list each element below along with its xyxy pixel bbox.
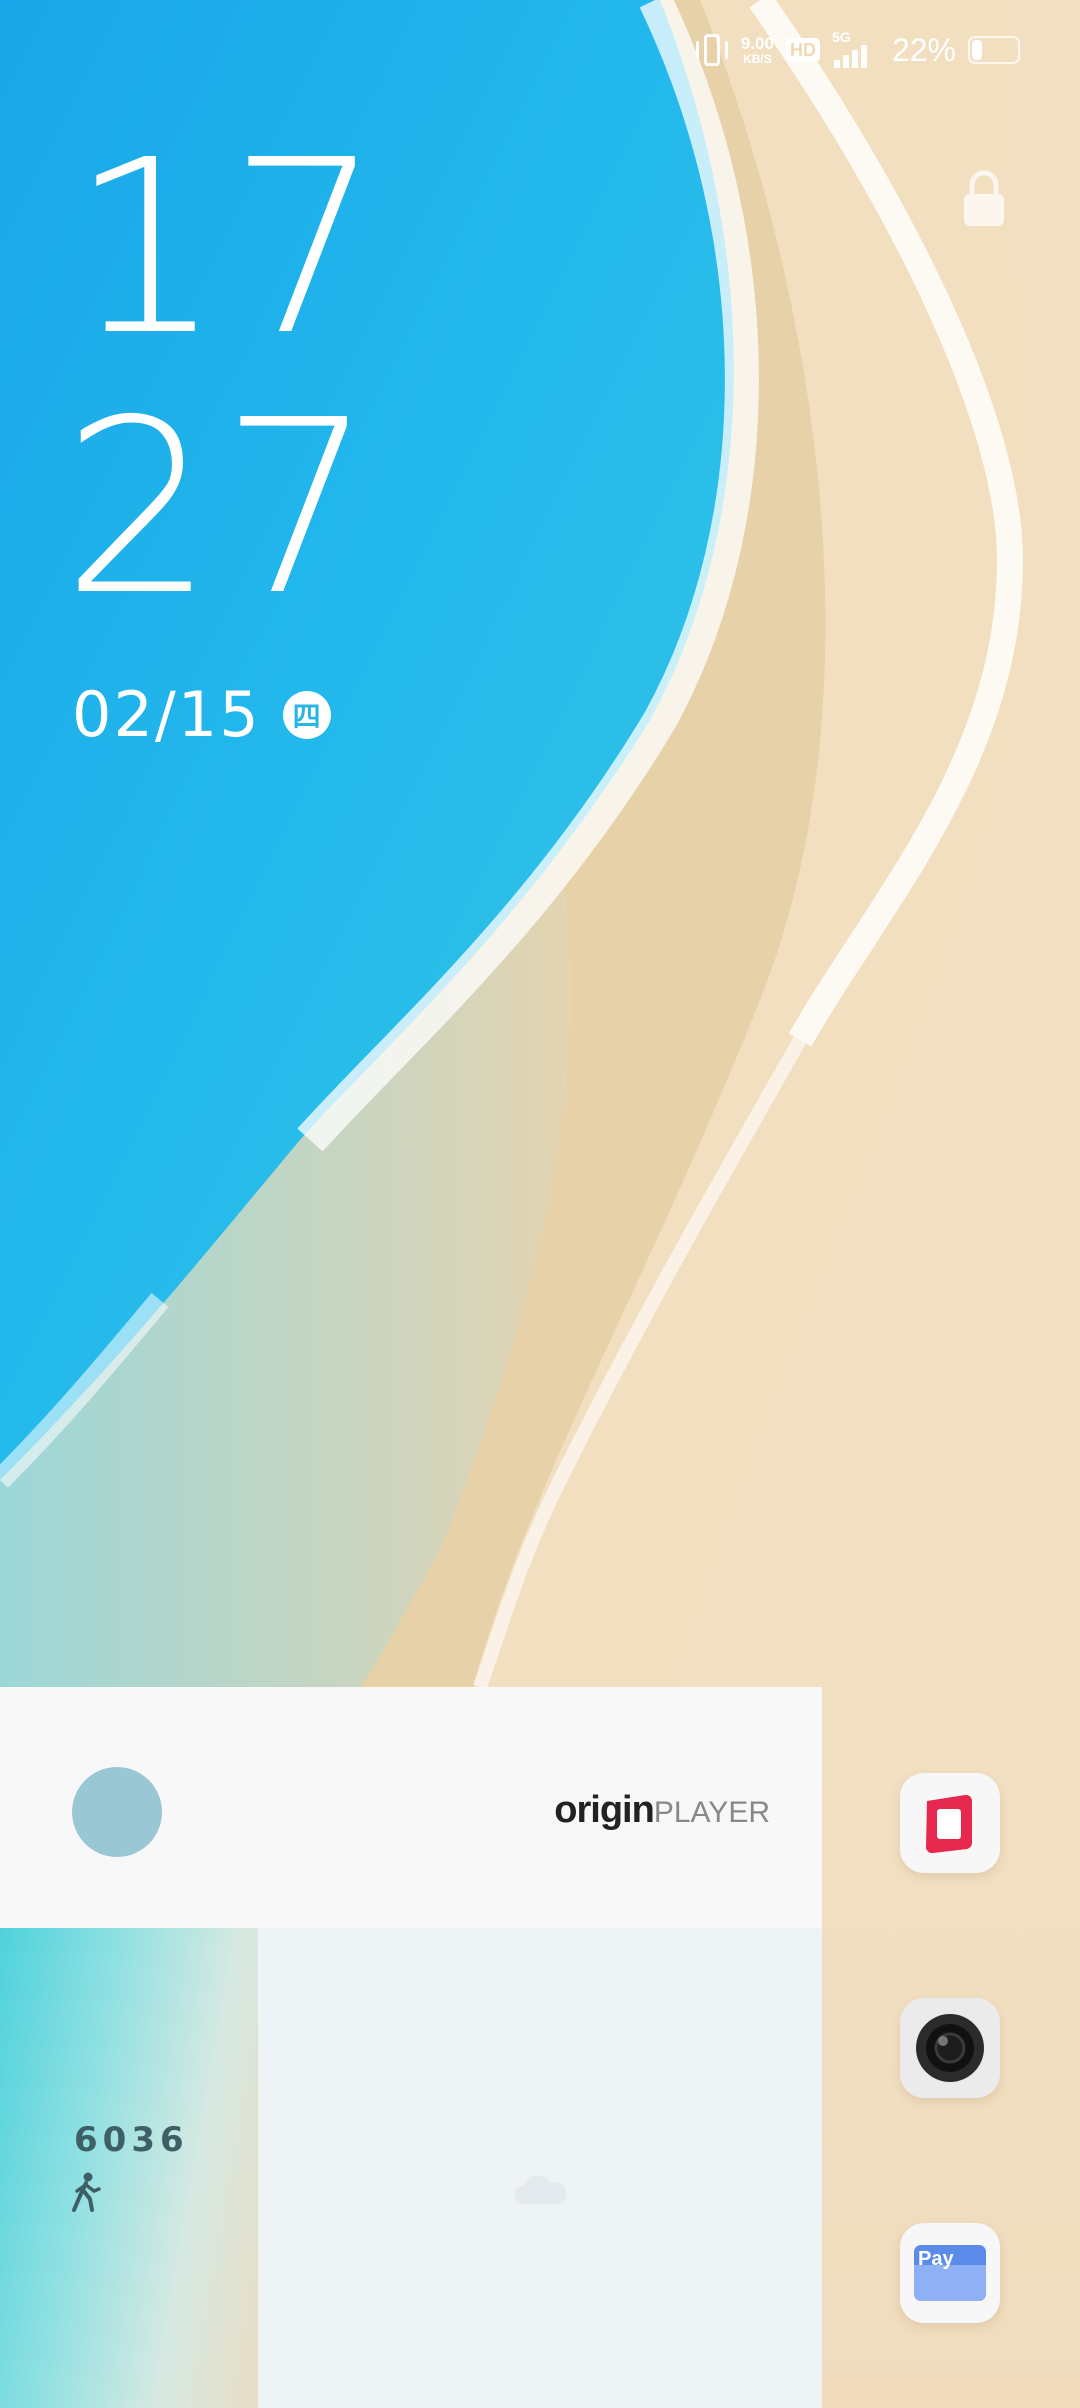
brand-player-text: PLAYER: [653, 1796, 770, 1829]
wallet-label: Pay: [918, 2248, 954, 2270]
dock-app-wallet[interactable]: Pay: [900, 2223, 1000, 2323]
battery-fill: [972, 40, 982, 60]
signal-icon: 5G: [832, 30, 880, 70]
weekday-badge: 四: [282, 690, 331, 739]
step-counter-widget[interactable]: 6036: [0, 1928, 258, 2408]
vibrate-icon: [695, 32, 729, 68]
battery-percentage: 22%: [891, 31, 956, 68]
date-label: 02/15: [72, 678, 261, 751]
hd-voice-badge: HD: [785, 38, 820, 62]
network-speed-value: 9.00: [740, 34, 774, 53]
network-speed: 9.00 KB/S: [741, 35, 774, 65]
status-bar: 9.00 KB/S HD 5G 22%: [695, 22, 1020, 78]
clock-hours: 17: [70, 108, 388, 388]
dock-app-red-square[interactable]: [900, 1773, 1000, 1873]
red-square-app-icon: [925, 1794, 973, 1854]
lock-icon[interactable]: [960, 168, 1008, 228]
battery-icon: [968, 36, 1020, 64]
network-speed-unit: KB/S: [743, 52, 772, 66]
walking-icon: [72, 2172, 101, 2212]
dock-app-camera[interactable]: [900, 1998, 1000, 2098]
step-count: 6036: [74, 2120, 189, 2160]
clock-minutes: 27: [62, 368, 380, 648]
camera-icon: [916, 2014, 984, 2082]
signal-bars: [833, 45, 867, 68]
cloud-icon: [514, 2176, 567, 2204]
album-art[interactable]: [72, 1767, 162, 1857]
brand-origin-text: origin: [554, 1789, 655, 1831]
wallet-icon: Pay: [914, 2245, 986, 2301]
player-brand-logo: origin PLAYER: [554, 1789, 770, 1832]
weather-widget-placeholder[interactable]: [258, 1928, 822, 2408]
network-type-label: 5G: [831, 29, 851, 45]
date-row: 02/15 四: [72, 678, 331, 751]
music-player-widget[interactable]: origin PLAYER: [0, 1687, 822, 1928]
